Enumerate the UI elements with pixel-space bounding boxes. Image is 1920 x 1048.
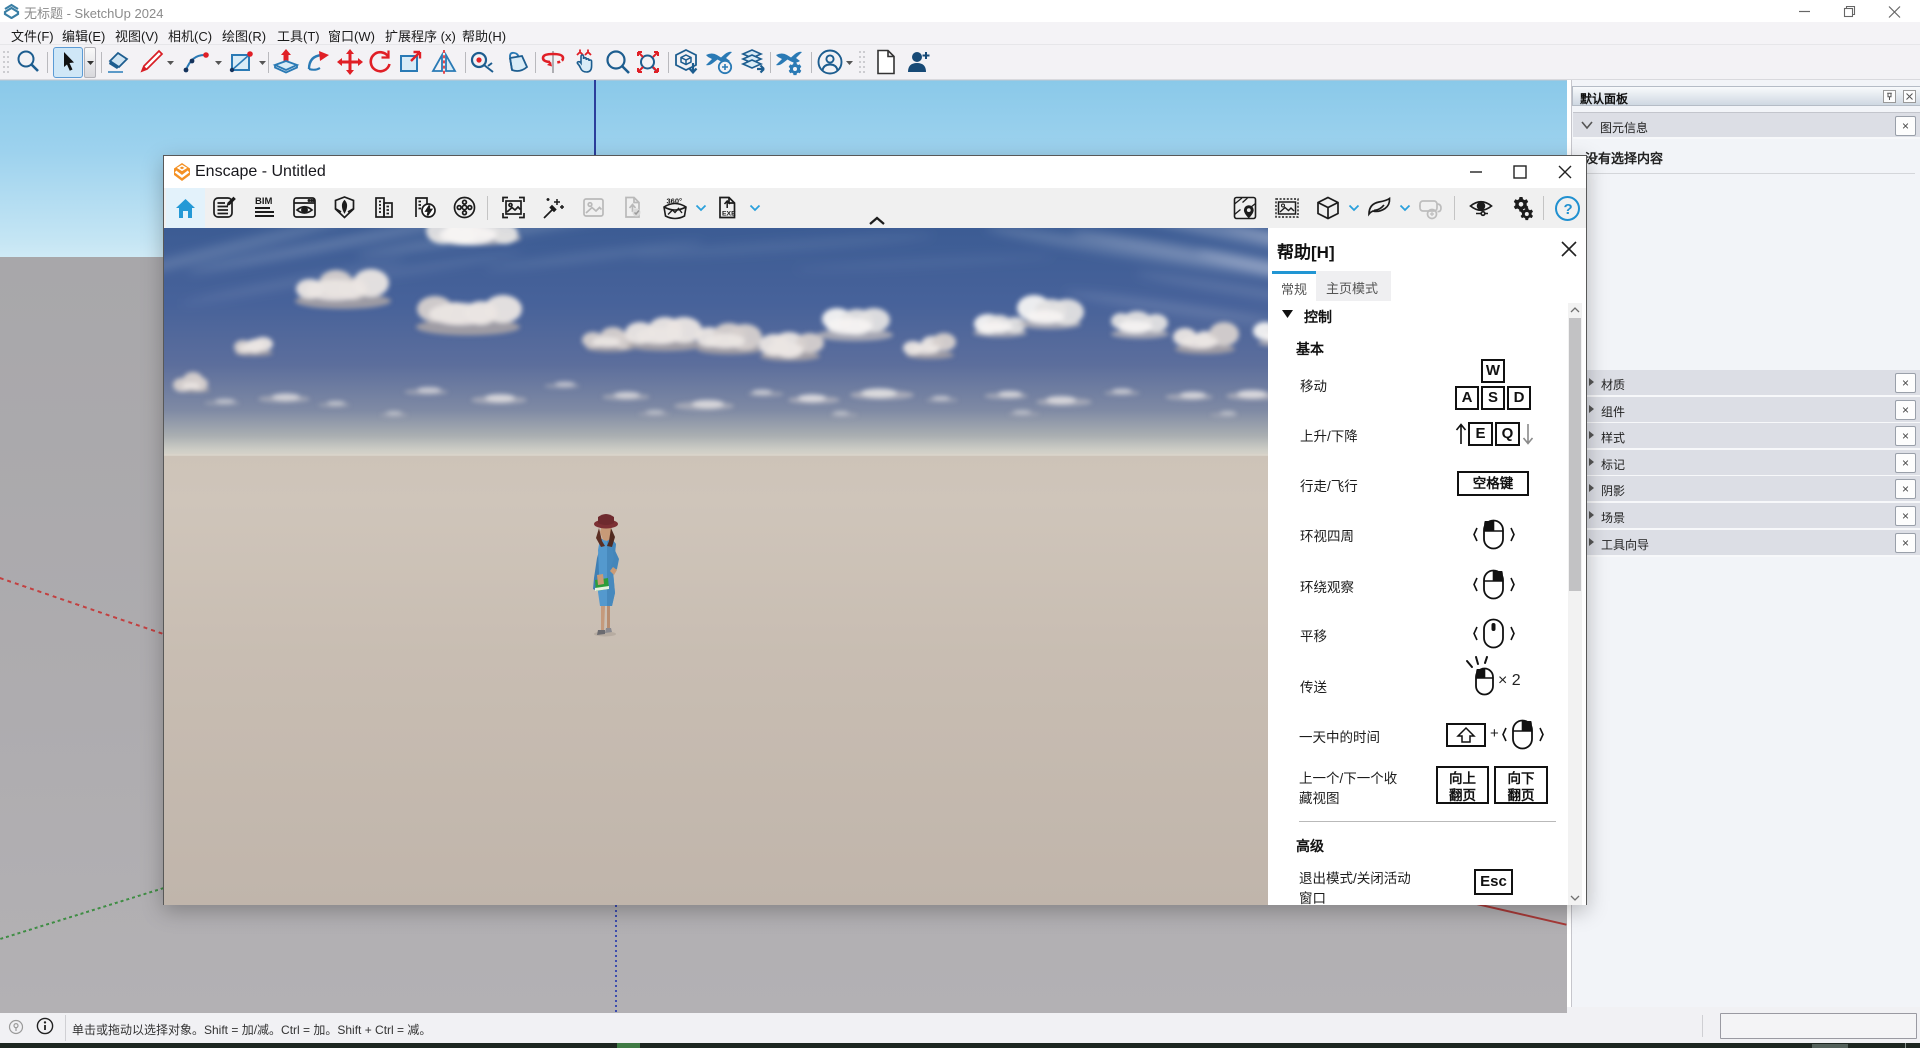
svg-text:EXE: EXE (722, 211, 736, 218)
svg-text:?: ? (1564, 201, 1573, 218)
svg-text:360°: 360° (667, 197, 683, 206)
svg-text:BIM: BIM (255, 196, 273, 207)
svg-text:× 2: × 2 (1498, 672, 1521, 689)
